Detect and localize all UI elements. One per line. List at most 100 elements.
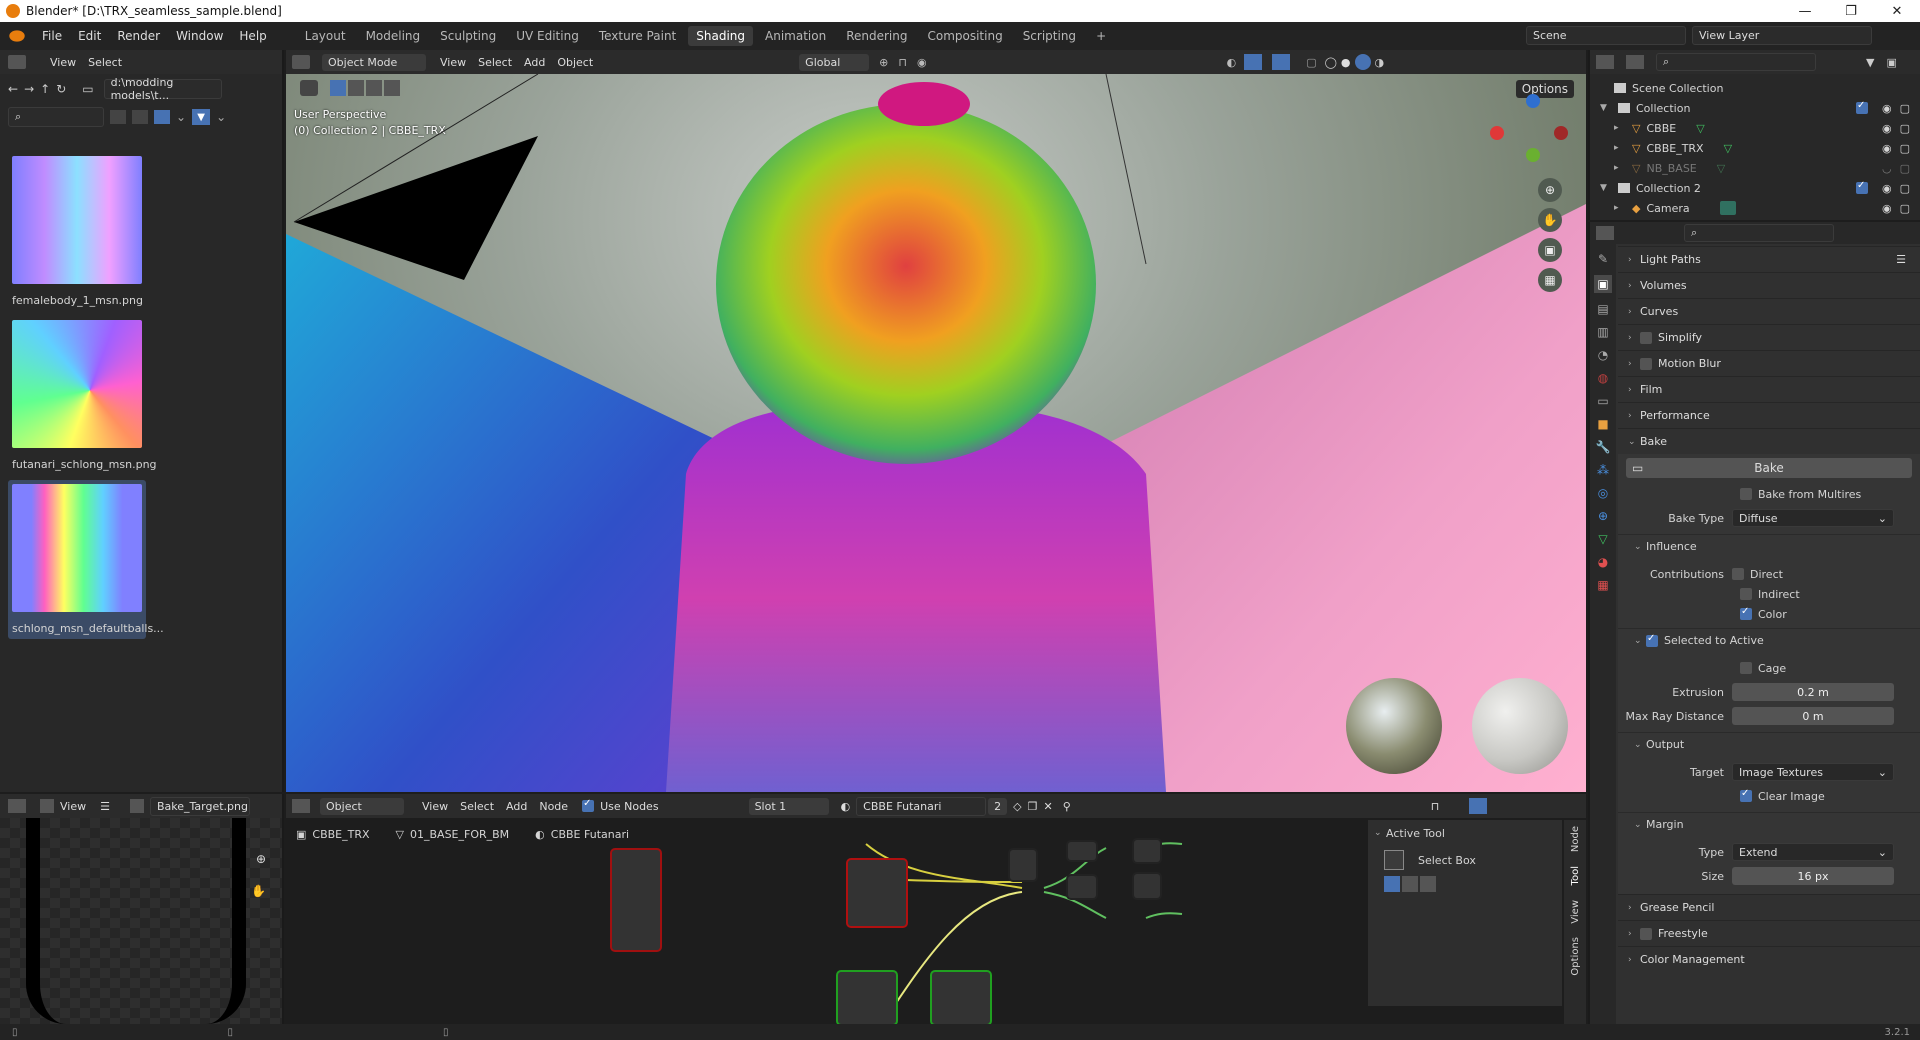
display-thumbnails-icon[interactable] [154, 110, 170, 124]
extrusion-field[interactable]: 0.2 m [1732, 683, 1894, 701]
menu-edit[interactable]: Edit [70, 29, 109, 43]
filter-icon[interactable]: ▼ [192, 109, 211, 125]
simplify-checkbox[interactable] [1640, 331, 1652, 344]
sort-chevron-down-icon[interactable]: ⌄ [176, 110, 186, 124]
tab-tool[interactable]: Tool [1570, 866, 1581, 885]
ne-menu-select[interactable]: Select [454, 800, 500, 813]
image-selector[interactable]: Bake_Target.png [149, 796, 250, 816]
eye-icon[interactable]: ◉ [1882, 182, 1892, 195]
image-icon[interactable] [129, 799, 144, 813]
tab-uv-editing[interactable]: UV Editing [508, 26, 587, 46]
material-sphere-icon[interactable]: ◐ [841, 800, 851, 813]
ne-menu-node[interactable]: Node [533, 800, 574, 813]
path-field[interactable]: d:\modding models\t... [103, 76, 222, 102]
vp-menu-add[interactable]: Add [518, 56, 551, 69]
tab-options[interactable]: Options [1570, 937, 1581, 976]
panel-freestyle[interactable]: › Freestyle [1618, 920, 1920, 946]
display-columns-icon[interactable] [132, 110, 148, 124]
add-workspace-button[interactable]: + [1088, 26, 1114, 46]
indirect-checkbox[interactable] [1740, 588, 1752, 600]
outliner-search-input[interactable]: ⌕ [1656, 53, 1816, 71]
fb-menu-view[interactable]: View [44, 56, 82, 69]
panel-curves[interactable]: › Curves [1618, 298, 1920, 324]
output-subpanel[interactable]: ⌄ Output [1618, 732, 1920, 756]
shader-node[interactable] [1068, 876, 1096, 898]
data-tab-icon[interactable]: ▽ [1598, 532, 1607, 546]
view-layer-tab-icon[interactable]: ▥ [1597, 325, 1608, 339]
panel-performance[interactable]: › Performance [1618, 402, 1920, 428]
shading-rendered-icon[interactable]: ◑ [1375, 56, 1385, 69]
menu-help[interactable]: Help [231, 29, 274, 43]
snap-icon[interactable]: ⊓ [1431, 800, 1440, 813]
snap-icon[interactable]: ⊓ [898, 56, 907, 69]
panel-grease-pencil[interactable]: › Grease Pencil [1618, 894, 1920, 920]
node-editor-icon[interactable] [292, 799, 310, 813]
object-mode-dropdown[interactable]: Object Mode [322, 53, 426, 71]
motion-blur-checkbox[interactable] [1640, 357, 1652, 370]
shading-solid-icon[interactable]: ● [1341, 56, 1351, 69]
margin-size-field[interactable]: 16 px [1732, 867, 1894, 885]
world-tab-icon[interactable]: ◍ [1598, 371, 1608, 385]
outliner-row[interactable]: ▼ Collection 2 ◉ ▢ [1590, 178, 1920, 198]
panel-volumes[interactable]: › Volumes [1618, 272, 1920, 298]
eye-icon[interactable]: ◉ [1882, 142, 1892, 155]
gizmo-toggle-icon[interactable] [1244, 54, 1263, 70]
overlay-toggle-icon[interactable] [1469, 798, 1488, 814]
zoom-icon[interactable]: ⊕ [1538, 178, 1562, 202]
clear-image-checkbox[interactable] [1740, 788, 1752, 802]
vp-menu-view[interactable]: View [434, 56, 472, 69]
pivot-icon[interactable]: ⊕ [879, 56, 888, 69]
minimize-button[interactable]: — [1782, 0, 1828, 22]
fake-user-icon[interactable]: ◇ [1013, 800, 1021, 813]
tool-tab-icon[interactable]: ✎ [1598, 252, 1608, 266]
shading-wireframe-icon[interactable]: ◯ [1325, 56, 1337, 69]
panel-color-management[interactable]: › Color Management [1618, 946, 1920, 972]
image-texture-node[interactable] [932, 972, 990, 1024]
tab-modeling[interactable]: Modeling [358, 26, 429, 46]
ne-menu-add[interactable]: Add [500, 800, 533, 813]
display-mode-icon[interactable] [1626, 55, 1644, 69]
pan-hand-icon[interactable]: ✋ [1538, 208, 1562, 232]
shader-node[interactable] [1068, 842, 1096, 860]
thumbnail-item[interactable]: futanari_schlong_msn.png [12, 320, 157, 471]
blender-menu-icon[interactable] [9, 30, 25, 42]
outliner-row[interactable]: ▼ Collection ◉ ▢ [1590, 98, 1920, 118]
select-subtract-icon[interactable] [1420, 876, 1436, 892]
expand-arrow-icon[interactable]: ▸ [1614, 163, 1626, 173]
close-button[interactable]: ✕ [1874, 0, 1920, 22]
material-tab-icon[interactable]: ◕ [1598, 555, 1608, 569]
properties-search-input[interactable]: ⌕ [1684, 224, 1834, 242]
eye-hidden-icon[interactable]: ◡ [1882, 162, 1892, 175]
view-layer-selector[interactable]: View Layer [1692, 26, 1872, 45]
expand-arrow-icon[interactable]: ▸ [1614, 123, 1626, 133]
properties-editor-icon[interactable] [1596, 226, 1614, 240]
direct-checkbox[interactable] [1732, 568, 1744, 580]
freestyle-checkbox[interactable] [1640, 927, 1652, 940]
ne-menu-view[interactable]: View [416, 800, 454, 813]
panel-simplify[interactable]: › Simplify [1618, 324, 1920, 350]
node-editor[interactable]: Object View Select Add Node Use Nodes Sl… [286, 794, 1586, 1024]
panel-light-paths[interactable]: › Light Paths ☰ [1618, 246, 1920, 272]
camera-render-icon[interactable]: ▢ [1900, 142, 1910, 155]
camera-view-icon[interactable]: ▣ [1538, 238, 1562, 262]
viewport-editor-icon[interactable] [292, 55, 310, 69]
texture-tab-icon[interactable]: ▦ [1597, 578, 1608, 592]
vp-menu-object[interactable]: Object [551, 56, 599, 69]
outliner-row[interactable]: ▸ ▽ NB_BASE ▽ ◡ ▢ [1590, 158, 1920, 178]
tab-layout[interactable]: Layout [297, 26, 354, 46]
tab-texture-paint[interactable]: Texture Paint [591, 26, 684, 46]
expand-arrow-icon[interactable]: ▼ [1600, 183, 1612, 193]
new-collection-icon[interactable]: ▣ [1886, 56, 1896, 69]
tab-rendering[interactable]: Rendering [838, 26, 915, 46]
expand-arrow-icon[interactable]: ▼ [1600, 103, 1612, 113]
material-name-field[interactable]: CBBE Futanari [856, 796, 987, 816]
ortho-grid-icon[interactable]: ▦ [1538, 268, 1562, 292]
image-canvas[interactable]: ⊕ ✋ [0, 818, 282, 1024]
thumbnail-item-selected[interactable]: schlong_msn_defaultballs... [8, 480, 164, 639]
new-folder-icon[interactable]: ▭ [82, 82, 93, 96]
select-extend-icon[interactable] [1402, 876, 1418, 892]
refresh-icon[interactable]: ↻ [56, 82, 66, 96]
outliner-row[interactable]: ▸ ◆ Camera ◉ ▢ [1590, 198, 1920, 218]
viewport-3d[interactable]: Object Mode View Select Add Object Globa… [286, 50, 1586, 792]
image-editor-icon[interactable] [8, 799, 26, 813]
